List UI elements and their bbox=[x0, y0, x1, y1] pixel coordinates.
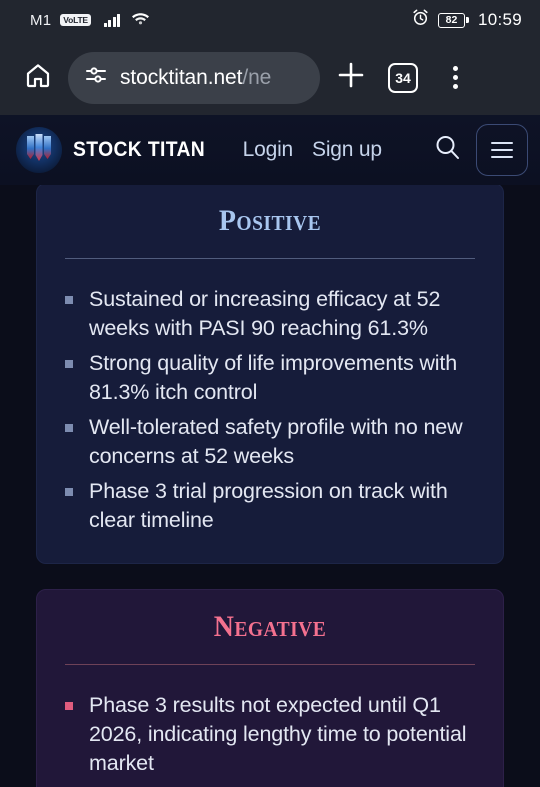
search-icon bbox=[433, 133, 462, 167]
hamburger-menu-button[interactable] bbox=[476, 124, 528, 176]
list-item: Phase 3 results not expected until Q1 20… bbox=[63, 691, 477, 778]
negative-card-divider bbox=[65, 664, 475, 665]
volte-badge: VoLTE bbox=[60, 14, 91, 26]
brand-name: STOCK TITAN bbox=[73, 138, 206, 161]
carrier-name: M1 bbox=[30, 11, 52, 29]
wifi-icon bbox=[131, 11, 150, 30]
tab-count-icon: 34 bbox=[388, 62, 418, 93]
site-logo-link[interactable]: STOCK TITAN bbox=[16, 127, 217, 173]
browser-toolbar: stocktitan.net/ne 34 bbox=[0, 40, 540, 115]
signal-bars-icon bbox=[103, 13, 121, 27]
signup-link[interactable]: Sign up bbox=[312, 138, 382, 162]
battery-indicator: 82 bbox=[437, 12, 469, 28]
list-item: Sustained or increasing efficacy at 52 w… bbox=[63, 285, 477, 343]
status-bar: M1 VoLTE 82 10:59 bbox=[0, 0, 540, 40]
battery-percent: 82 bbox=[445, 13, 458, 26]
url-host: stocktitan.net bbox=[120, 65, 243, 89]
list-item: Well-tolerated safety profile with no ne… bbox=[63, 413, 477, 471]
url-text: stocktitan.net/ne bbox=[120, 66, 271, 90]
stock-titan-logo-icon bbox=[16, 127, 62, 173]
page-settings-icon[interactable] bbox=[84, 63, 108, 92]
negative-bullet-list: Phase 3 results not expected until Q1 20… bbox=[63, 691, 477, 778]
login-link[interactable]: Login bbox=[243, 138, 294, 162]
page-content: Positive Sustained or increasing efficac… bbox=[0, 185, 540, 787]
three-dot-menu-icon bbox=[452, 66, 458, 89]
new-tab-button[interactable] bbox=[330, 57, 372, 99]
home-icon bbox=[23, 60, 53, 95]
search-button[interactable] bbox=[426, 129, 468, 171]
list-item: Strong quality of life improvements with… bbox=[63, 349, 477, 407]
negative-card: Negative Phase 3 results not expected un… bbox=[36, 589, 504, 787]
plus-icon bbox=[335, 59, 367, 96]
header-nav: Login Sign up bbox=[243, 138, 382, 162]
status-bar-clock: 10:59 bbox=[477, 10, 522, 29]
list-item: Phase 3 trial progression on track with … bbox=[63, 477, 477, 535]
tab-switcher-button[interactable]: 34 bbox=[382, 57, 424, 99]
negative-card-title: Negative bbox=[213, 610, 327, 643]
tab-count: 34 bbox=[395, 69, 411, 86]
positive-card-divider bbox=[65, 258, 475, 259]
browser-menu-button[interactable] bbox=[434, 57, 476, 99]
home-button[interactable] bbox=[18, 58, 58, 98]
status-bar-left: M1 VoLTE bbox=[30, 11, 150, 30]
url-bar[interactable]: stocktitan.net/ne bbox=[68, 51, 320, 104]
positive-card: Positive Sustained or increasing efficac… bbox=[36, 185, 504, 564]
status-bar-right: 82 10:59 bbox=[412, 9, 522, 31]
header-actions bbox=[426, 124, 528, 176]
url-path: /ne bbox=[242, 65, 272, 89]
positive-card-title: Positive bbox=[218, 204, 322, 237]
site-header: STOCK TITAN Login Sign up bbox=[0, 115, 540, 185]
alarm-clock-icon bbox=[412, 9, 429, 31]
positive-bullet-list: Sustained or increasing efficacy at 52 w… bbox=[63, 285, 477, 535]
hamburger-menu-icon bbox=[491, 142, 513, 144]
phone-screen: M1 VoLTE 82 10:59 stocktitan.net/ne 34 S… bbox=[0, 0, 540, 787]
